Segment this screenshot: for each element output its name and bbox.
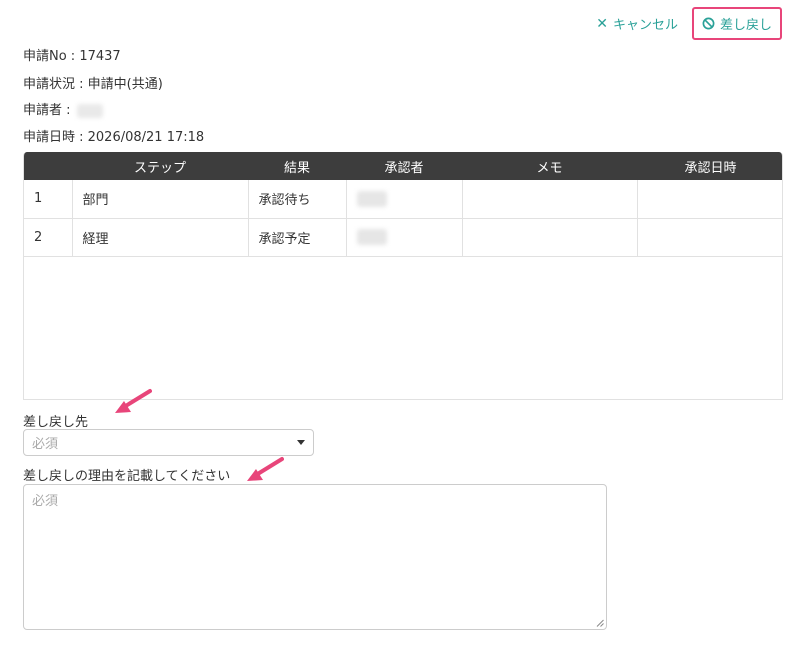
cancel-label: キャンセル	[612, 18, 678, 33]
table-row: 2 経理 承認予定	[24, 218, 782, 257]
select-placeholder: 必須	[32, 437, 59, 452]
resize-handle-icon[interactable]	[596, 619, 604, 627]
table-row: 1 部門 承認待ち	[24, 180, 782, 219]
annotation-arrow-icon	[115, 389, 152, 413]
applicant-label: 申請者 :	[23, 103, 71, 118]
header-result: 結果	[248, 152, 346, 180]
row-date	[637, 180, 782, 219]
row-result: 承認待ち	[248, 180, 347, 219]
header-step: ステップ	[72, 152, 248, 180]
return-destination-select[interactable]: 必須	[23, 429, 314, 456]
row-result: 承認予定	[248, 218, 347, 257]
header-memo: メモ	[462, 152, 637, 180]
request-status: 申請状況 : 申請中(共通)	[23, 77, 163, 92]
annotation-arrow-icon	[247, 457, 284, 481]
row-no: 2	[24, 218, 73, 257]
cancel-button[interactable]: ✕ キャンセル	[596, 14, 678, 34]
row-memo	[462, 218, 638, 257]
return-reason-textarea[interactable]	[23, 484, 607, 630]
approver-redacted	[356, 190, 387, 207]
row-step: 部門	[72, 180, 249, 219]
ban-icon	[702, 17, 715, 30]
return-reason-label: 差し戻しの理由を記載してください	[23, 469, 231, 484]
close-icon: ✕	[596, 15, 608, 32]
request-number: 申請No : 17437	[23, 49, 121, 64]
row-no: 1	[24, 180, 73, 219]
return-label: 差し戻し	[719, 18, 772, 33]
header-approval-date: 承認日時	[637, 152, 782, 180]
return-button[interactable]: 差し戻し	[691, 7, 782, 40]
approver-redacted	[356, 229, 387, 245]
row-date	[637, 218, 782, 257]
request-datetime: 申請日時 : 2026/08/21 17:18	[23, 130, 205, 145]
row-memo	[462, 180, 638, 219]
row-approver	[346, 180, 463, 219]
table-header-row: ステップ 結果 承認者 メモ 承認日時	[24, 152, 782, 180]
row-step: 経理	[72, 218, 249, 257]
top-actions: ✕ キャンセル 差し戻し	[596, 7, 782, 40]
row-approver	[346, 218, 463, 257]
applicant-name-redacted	[76, 103, 103, 118]
header-approver: 承認者	[346, 152, 462, 180]
caret-down-icon	[297, 440, 305, 445]
approval-table-grid: ステップ 結果 承認者 メモ 承認日時 1 部門 承認待ち 2 経理 承認予定	[24, 152, 782, 257]
return-destination-label: 差し戻し先	[23, 415, 89, 430]
approval-table: ステップ 結果 承認者 メモ 承認日時 1 部門 承認待ち 2 経理 承認予定	[23, 152, 783, 400]
applicant: 申請者 :	[23, 99, 103, 118]
header-no	[24, 152, 72, 180]
